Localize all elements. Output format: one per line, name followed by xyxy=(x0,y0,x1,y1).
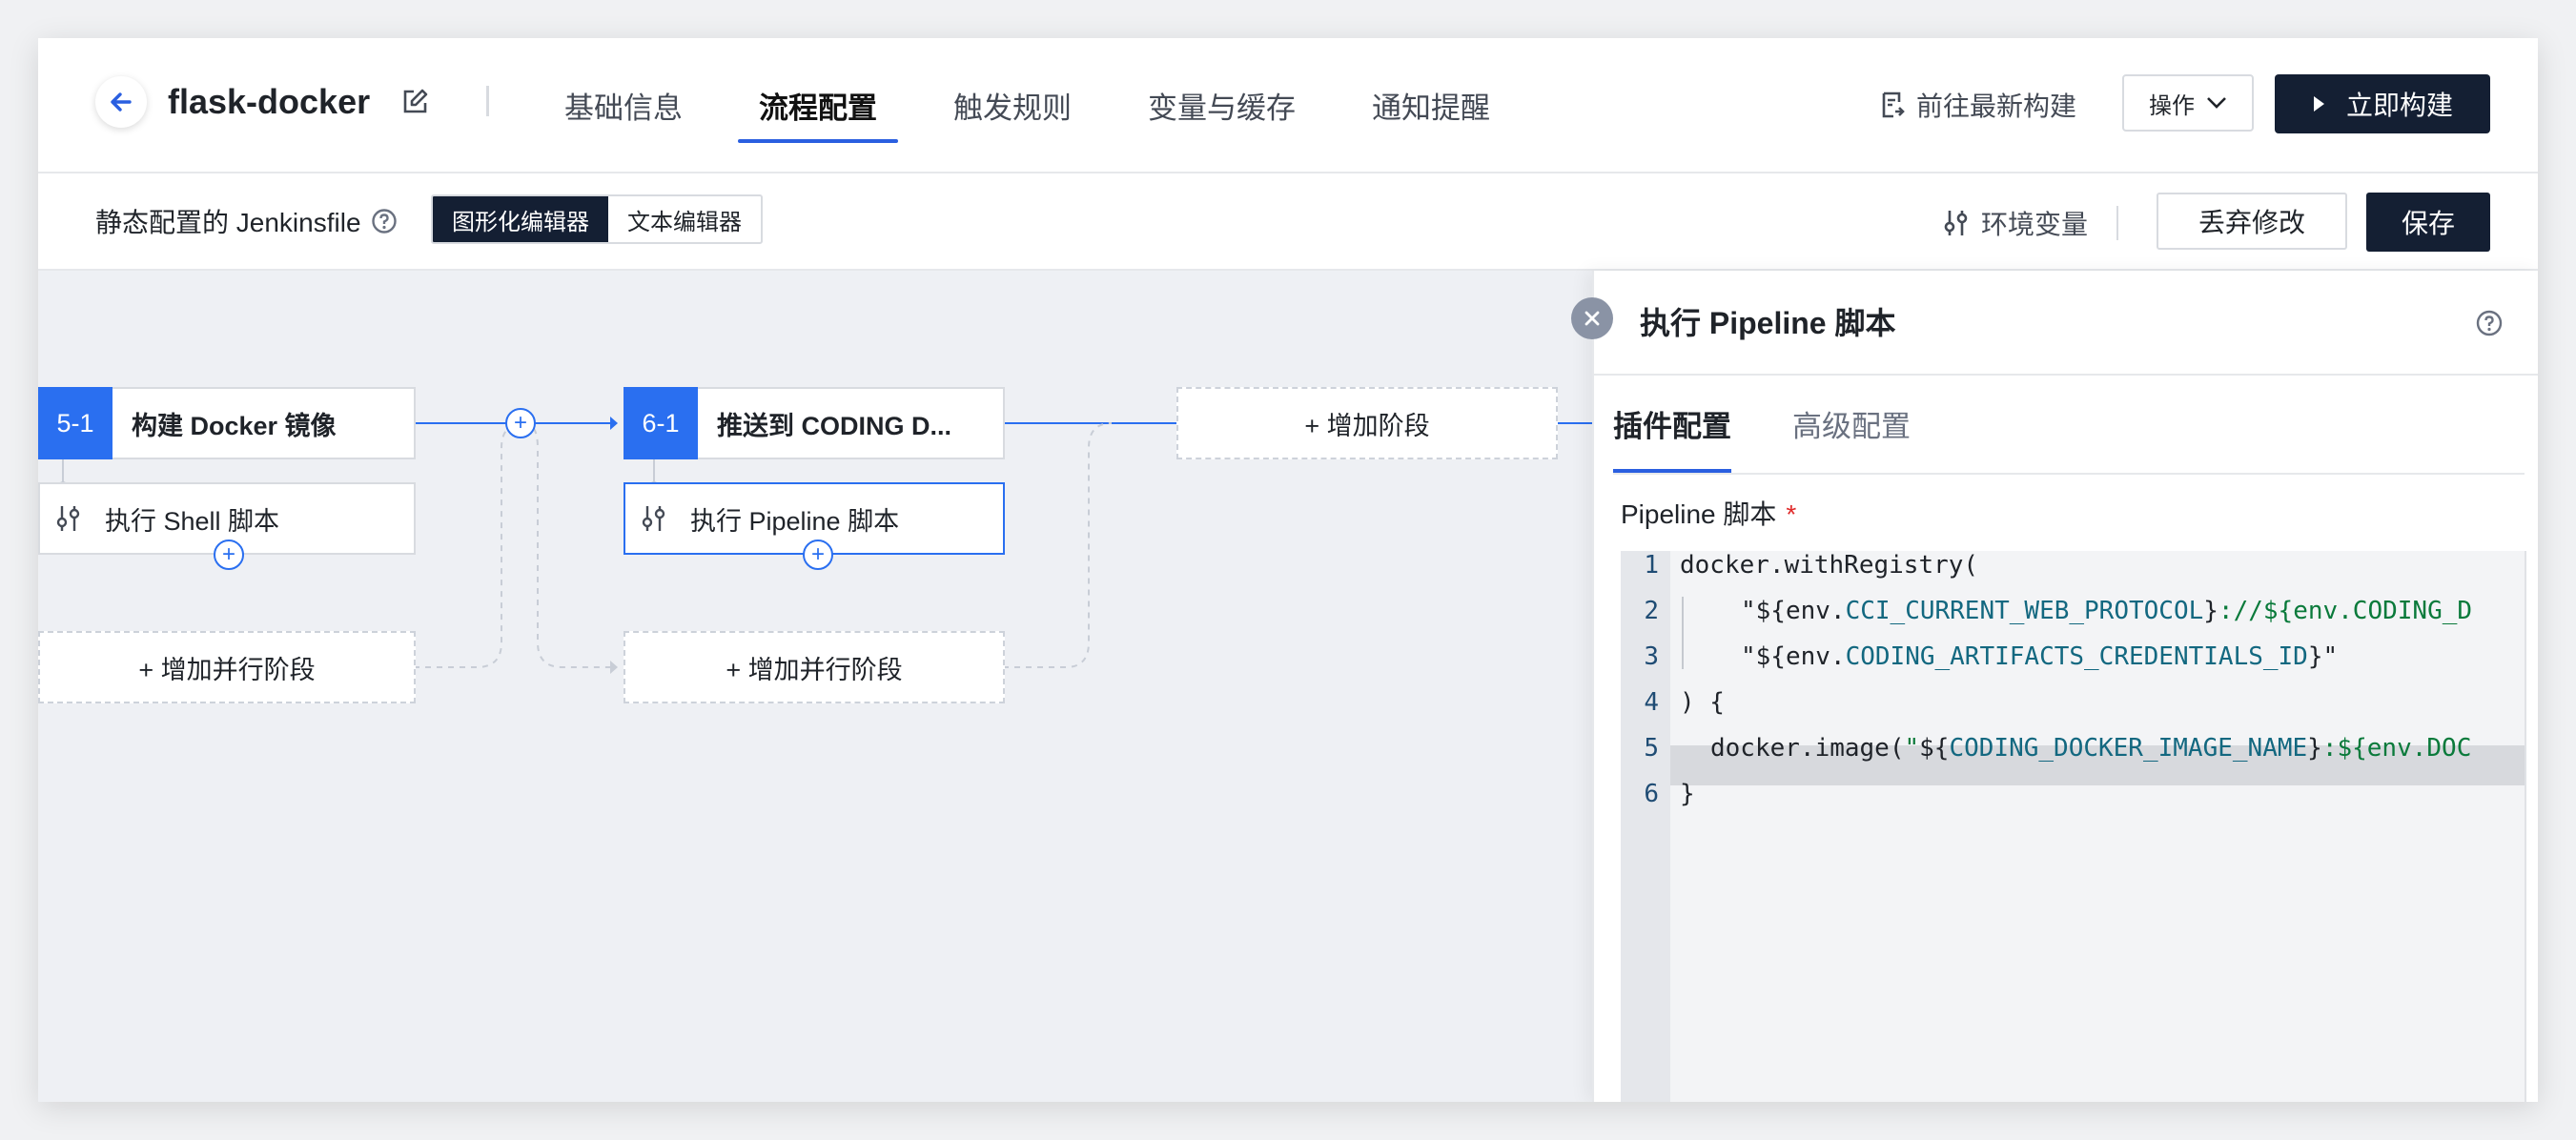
app-window: flask-docker 基础信息 流程配置 触发规则 变量与缓存 通知提醒 前… xyxy=(38,38,2538,1102)
goto-latest-build-label: 前往最新构建 xyxy=(1916,92,2077,121)
line-number: 1 xyxy=(1644,551,1659,580)
indent-guide xyxy=(1682,597,1684,642)
code-string: :${env.DOC xyxy=(2321,734,2472,763)
add-between-stages-button[interactable]: + xyxy=(505,408,536,438)
panel-tabs: 插件配置 高级配置 xyxy=(1613,376,2525,475)
jenkinsfile-label: 静态配置的 Jenkinsfile xyxy=(95,202,398,240)
line-number-gutter xyxy=(1621,551,1670,1102)
code-token: docker.image( xyxy=(1710,734,1905,763)
job-name: 执行 Shell 脚本 xyxy=(105,506,280,536)
edit-icon[interactable] xyxy=(399,86,431,118)
code-line: "${env.CCI_CURRENT_WEB_PROTOCOL}://${env… xyxy=(1741,597,2472,625)
tab-trigger-rules[interactable]: 触发规则 xyxy=(953,38,1072,172)
job-config-panel: 执行 Pipeline 脚本 插件配置 高级配置 Pipeline 脚本 * 1 … xyxy=(1592,271,2538,1102)
add-stage-button[interactable]: + 增加阶段 xyxy=(1176,387,1558,459)
text-editor-option[interactable]: 文本编辑器 xyxy=(608,196,761,242)
goto-latest-build-link[interactable]: 前往最新构建 xyxy=(1880,86,2076,124)
indent-guide xyxy=(1682,642,1684,669)
stage-5-1[interactable]: 5-1 构建 Docker 镜像 xyxy=(38,387,416,459)
operations-label: 操作 xyxy=(2149,92,2195,119)
code-string: ://${env.CODING_D xyxy=(2218,597,2473,625)
line-number: 5 xyxy=(1644,734,1659,763)
close-icon xyxy=(1584,311,1600,326)
code-token: }" xyxy=(2307,642,2339,671)
code-token: "${env. xyxy=(1741,642,1846,671)
add-job-button[interactable]: + xyxy=(214,539,244,570)
help-icon[interactable] xyxy=(371,208,398,234)
sliders-icon xyxy=(1944,211,1968,235)
add-job-button[interactable]: + xyxy=(803,539,833,570)
code-variable: CODING_ARTIFACTS_CREDENTIALS_ID xyxy=(1845,642,2308,671)
save-button[interactable]: 保存 xyxy=(2366,193,2490,252)
code-variable: CCI_CURRENT_WEB_PROTOCOL xyxy=(1845,597,2204,625)
tab-plugin-config[interactable]: 插件配置 xyxy=(1613,376,1731,473)
chevron-down-icon xyxy=(2207,97,2226,109)
play-icon xyxy=(2313,96,2324,112)
env-vars-button[interactable]: 环境变量 xyxy=(1943,204,2088,242)
stage-number: 5-1 xyxy=(38,387,112,459)
code-variable: CODING_DOCKER_IMAGE_NAME xyxy=(1949,734,2308,763)
line-number: 2 xyxy=(1644,597,1659,625)
operations-dropdown[interactable]: 操作 xyxy=(2122,74,2254,132)
code-token: "${env. xyxy=(1741,597,1846,625)
required-mark: * xyxy=(1786,499,1797,529)
code-line: ) { xyxy=(1680,688,1725,717)
editor-toolbar: 静态配置的 Jenkinsfile 图形化编辑器 文本编辑器 环境变量 丢弃修改… xyxy=(38,173,2538,271)
tab-variables-cache[interactable]: 变量与缓存 xyxy=(1148,38,1296,172)
pipeline-script-editor[interactable]: 1 2 3 4 5 6 docker.withRegistry( "${env.… xyxy=(1621,551,2526,1102)
build-now-button[interactable]: 立即构建 xyxy=(2275,74,2490,133)
code-token: } xyxy=(2203,597,2218,625)
sliders-icon xyxy=(642,506,665,531)
add-parallel-stage-button[interactable]: + 增加并行阶段 xyxy=(624,631,1005,703)
panel-title: 执行 Pipeline 脚本 xyxy=(1640,306,1896,340)
stage-name: 构建 Docker 镜像 xyxy=(132,411,337,440)
build-now-label: 立即构建 xyxy=(2345,91,2453,120)
build-record-icon xyxy=(1882,92,1905,118)
pipeline-script-label: Pipeline 脚本 * xyxy=(1621,494,1796,532)
code-line: docker.image("${CODING_DOCKER_IMAGE_NAME… xyxy=(1710,734,2471,763)
tab-flow-config[interactable]: 流程配置 xyxy=(738,38,898,172)
toolbar-divider xyxy=(2116,206,2118,240)
help-icon[interactable] xyxy=(2475,309,2504,337)
stage-number: 6-1 xyxy=(624,387,698,459)
discard-changes-button[interactable]: 丢弃修改 xyxy=(2157,193,2347,250)
tab-notifications[interactable]: 通知提醒 xyxy=(1372,38,1490,172)
pipeline-canvas[interactable]: 5-1 构建 Docker 镜像 + 6-1 推送到 CODING D... +… xyxy=(38,271,1592,1102)
code-line: docker.withRegistry( xyxy=(1680,551,1979,580)
tab-basic-info[interactable]: 基础信息 xyxy=(564,38,683,172)
code-token: ${ xyxy=(1919,734,1950,763)
graphical-editor-option[interactable]: 图形化编辑器 xyxy=(433,196,608,242)
stage-6-1[interactable]: 6-1 推送到 CODING D... xyxy=(624,387,1005,459)
job-name: 执行 Pipeline 脚本 xyxy=(690,506,900,536)
back-button[interactable] xyxy=(95,76,147,128)
editor-mode-switch: 图形化编辑器 文本编辑器 xyxy=(431,194,763,244)
line-number: 4 xyxy=(1644,688,1659,717)
tab-advanced-config[interactable]: 高级配置 xyxy=(1792,376,1911,471)
code-line: "${env.CODING_ARTIFACTS_CREDENTIALS_ID}" xyxy=(1741,642,2338,671)
top-bar: flask-docker 基础信息 流程配置 触发规则 变量与缓存 通知提醒 前… xyxy=(38,38,2538,173)
title-divider xyxy=(486,86,489,116)
sliders-icon xyxy=(56,506,80,531)
code-string: " xyxy=(1904,734,1920,763)
close-panel-button[interactable] xyxy=(1571,297,1613,339)
stage-name: 推送到 CODING D... xyxy=(717,411,952,440)
arrow-left-icon xyxy=(111,92,132,112)
code-line: } xyxy=(1680,780,1695,808)
pipeline-script-label-text: Pipeline 脚本 xyxy=(1621,499,1777,529)
jenkinsfile-text: 静态配置的 Jenkinsfile xyxy=(95,208,361,237)
line-number: 6 xyxy=(1644,780,1659,808)
main-tabs: 基础信息 流程配置 触发规则 变量与缓存 通知提醒 xyxy=(564,38,1566,172)
line-number: 3 xyxy=(1644,642,1659,671)
env-vars-label: 环境变量 xyxy=(1981,210,2089,239)
project-title: flask-docker xyxy=(168,82,371,121)
code-token: } xyxy=(2307,734,2322,763)
add-parallel-stage-button[interactable]: + 增加并行阶段 xyxy=(38,631,416,703)
